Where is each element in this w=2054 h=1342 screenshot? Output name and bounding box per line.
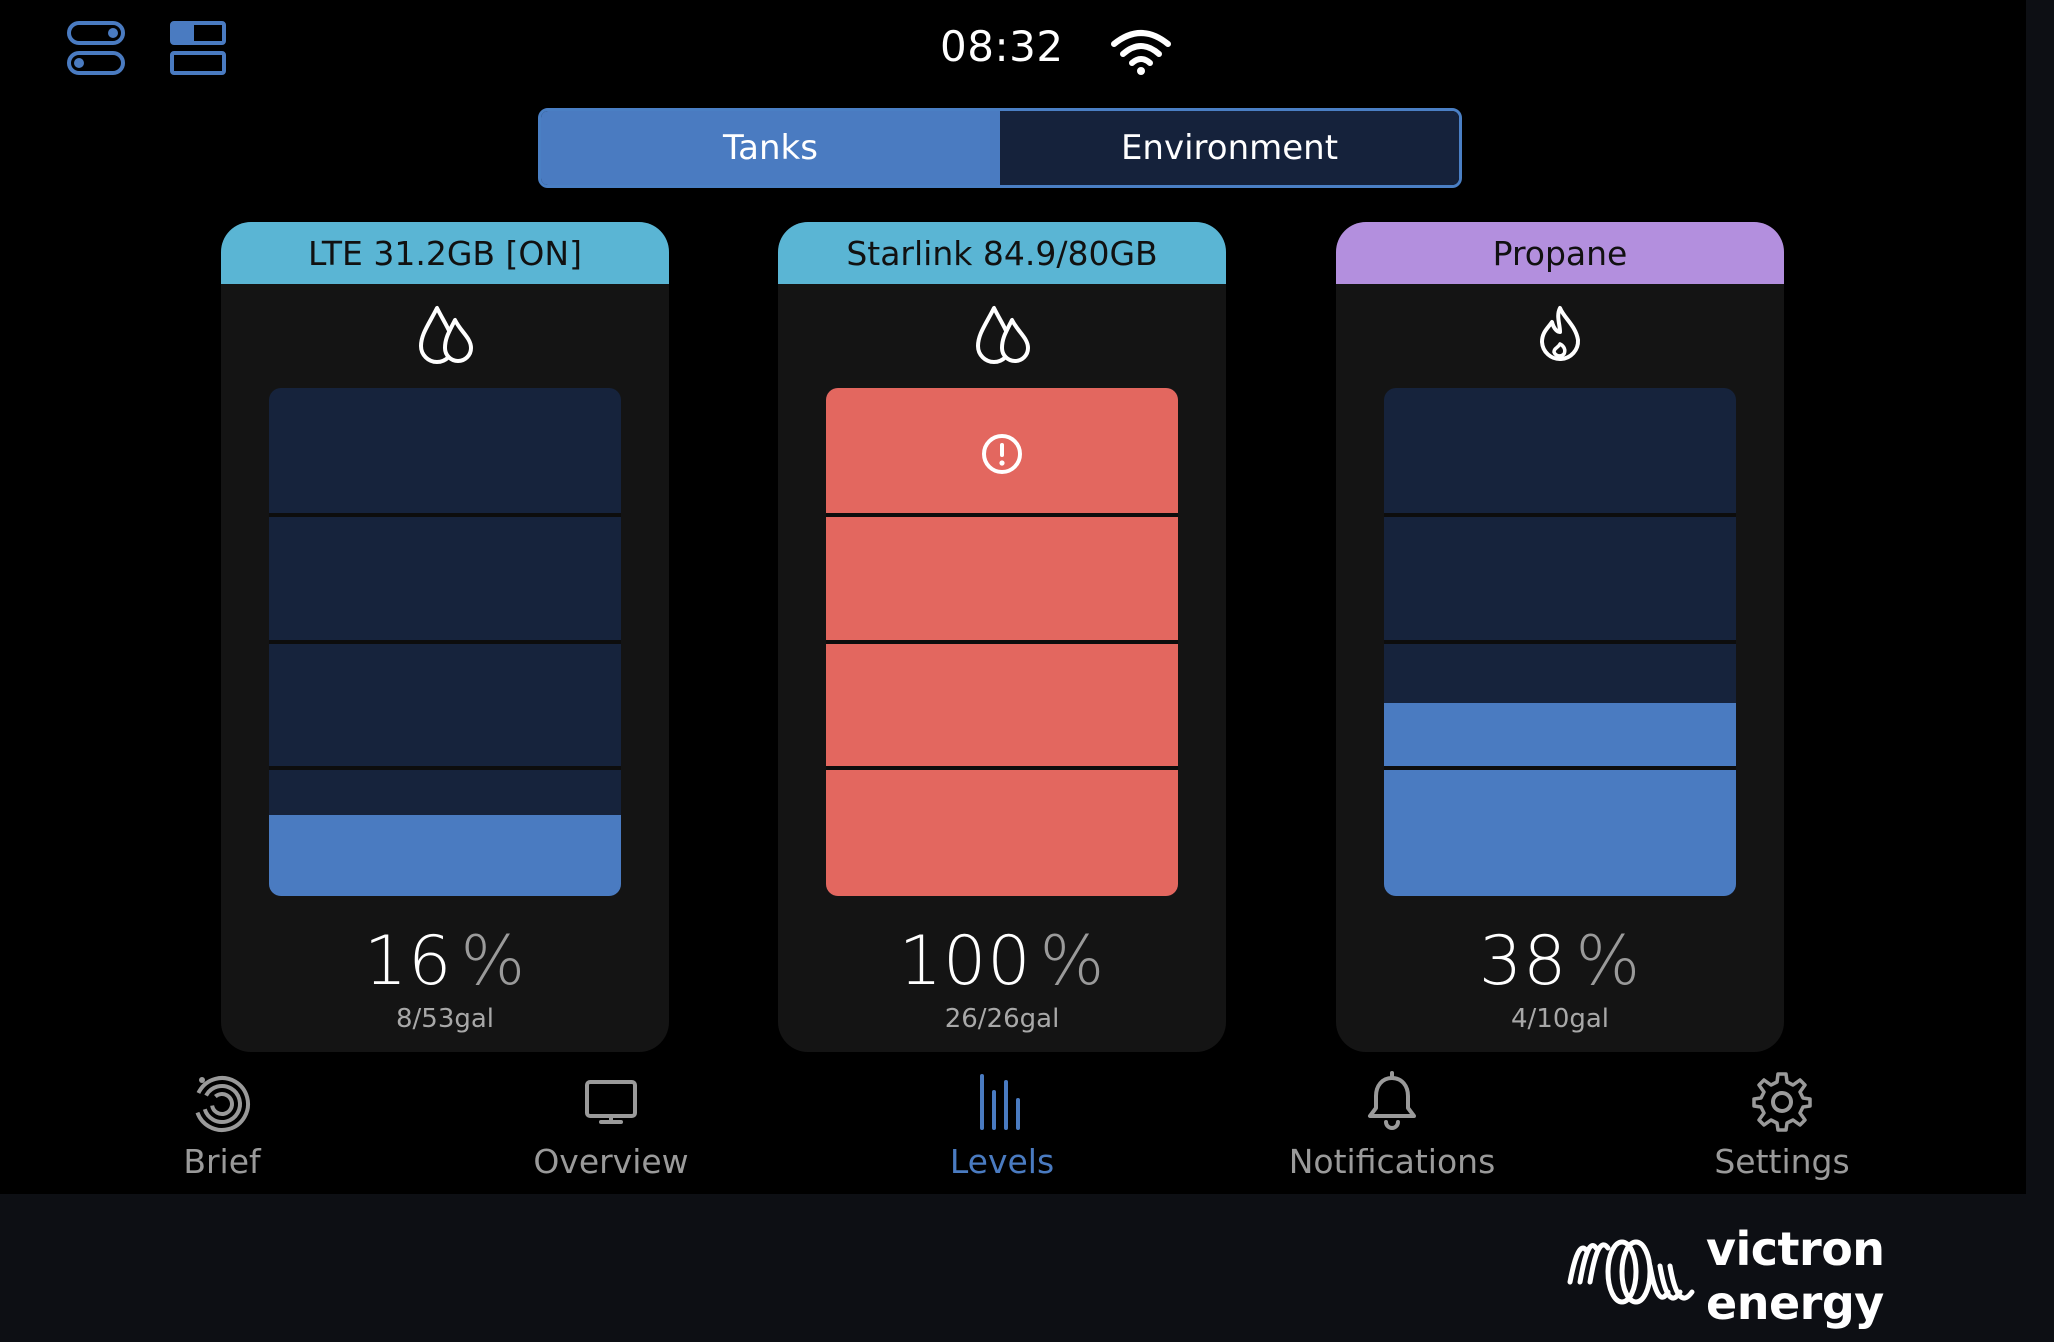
tank-level-gauge [826, 388, 1178, 896]
percent-unit: % [460, 922, 527, 1001]
nav-label: Notifications [1288, 1142, 1496, 1181]
device-bezel [2026, 0, 2054, 1194]
tank-title: Propane [1336, 222, 1784, 284]
tank-percent: 100% [778, 922, 1226, 1001]
water-drops-icon [972, 302, 1032, 368]
tank-percent: 38% [1336, 922, 1784, 1001]
gauge-divider [826, 640, 1178, 644]
nav-label: Settings [1714, 1142, 1850, 1181]
percent-unit: % [1575, 922, 1642, 1001]
tab-tanks[interactable]: Tanks [541, 111, 1000, 185]
tank-card-starlink[interactable]: Starlink 84.9/80GB 100% 26/26gal [778, 222, 1226, 1052]
overview-icon [585, 1080, 637, 1124]
flame-icon [1530, 302, 1590, 368]
screen: 08:32 Tanks Environment LTE 31.2GB [ON] … [0, 0, 2026, 1194]
tank-title: Starlink 84.9/80GB [778, 222, 1226, 284]
nav-label: Overview [533, 1142, 689, 1181]
toggles-icon[interactable] [66, 18, 132, 80]
tank-level-gauge [1384, 388, 1736, 896]
percent-unit: % [1039, 922, 1106, 1001]
tank-percent: 16% [221, 922, 669, 1001]
gauge-divider [269, 766, 621, 770]
tank-card-lte[interactable]: LTE 31.2GB [ON] 16% 8/53gal [221, 222, 669, 1052]
nav-levels[interactable]: Levels [852, 1070, 1152, 1181]
levels-icon [980, 1074, 1020, 1130]
tank-title: LTE 31.2GB [ON] [221, 222, 669, 284]
victron-logo-mark-icon [1567, 1239, 1695, 1305]
gear-icon [1752, 1072, 1812, 1132]
bell-icon [1368, 1071, 1416, 1130]
percent-value: 16 [363, 922, 453, 1001]
tank-volume: 8/53gal [395, 1004, 495, 1034]
alert-icon [978, 430, 1026, 478]
gauge-divider [826, 766, 1178, 770]
percent-value: 100 [898, 922, 1032, 1001]
clock: 08:32 [940, 22, 1064, 71]
tank-level-fill [1384, 702, 1736, 896]
nav-label: Brief [183, 1142, 261, 1181]
tank-volume: 4/10gal [1510, 1004, 1610, 1034]
gauge-divider [826, 513, 1178, 517]
gauge-divider [1384, 513, 1736, 517]
nav-overview[interactable]: Overview [461, 1070, 761, 1181]
layout-icon[interactable] [168, 18, 234, 80]
gauge-divider [1384, 640, 1736, 644]
nav-brief[interactable]: Brief [72, 1070, 372, 1181]
nav-label: Levels [949, 1142, 1055, 1181]
tanks-environment-switch: Tanks Environment [538, 108, 1462, 188]
tank-card-propane[interactable]: Propane 38% 4/10gal [1336, 222, 1784, 1052]
gauge-divider [269, 513, 621, 517]
brief-icon [194, 1076, 250, 1132]
wifi-icon [1110, 26, 1172, 76]
brand-name: victron energy [1706, 1222, 1885, 1330]
water-drops-icon [415, 302, 475, 368]
gauge-divider [269, 640, 621, 644]
percent-value: 38 [1478, 922, 1568, 1001]
tank-volume: 26/26gal [944, 1004, 1060, 1034]
nav-settings[interactable]: Settings [1632, 1070, 1932, 1181]
gauge-divider [1384, 766, 1736, 770]
nav-notifications[interactable]: Notifications [1242, 1070, 1542, 1181]
tank-level-gauge [269, 388, 621, 896]
tab-environment[interactable]: Environment [1000, 111, 1459, 185]
tank-level-fill [269, 814, 621, 896]
